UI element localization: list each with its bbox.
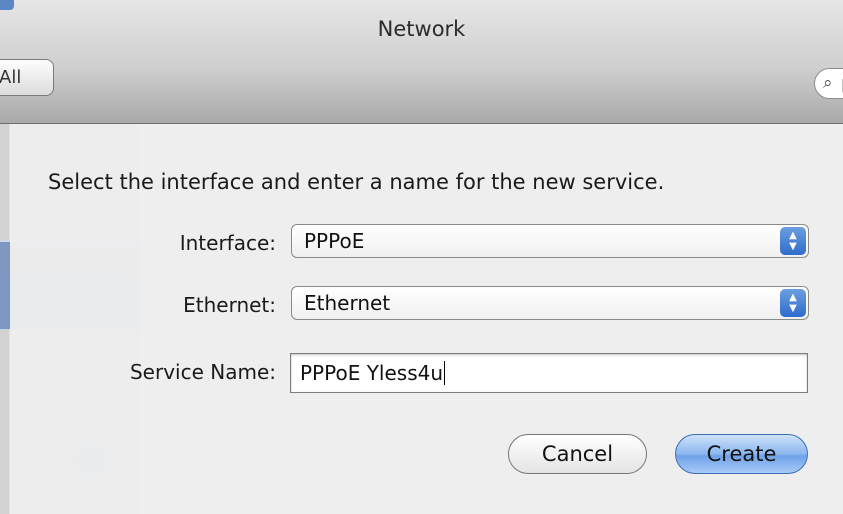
search-icon: ⌕ <box>823 73 833 93</box>
search-field[interactable]: ⌕ p <box>814 68 843 99</box>
service-name-value: PPPoE Yless4u <box>300 361 444 385</box>
popup-arrows-icon: ▲ ▼ <box>780 289 806 317</box>
interface-value: PPPoE <box>304 229 365 253</box>
window-title: Network <box>377 17 466 41</box>
ethernet-label: Ethernet: <box>183 293 276 317</box>
interface-popup[interactable]: PPPoE ▲ ▼ <box>291 224 809 258</box>
ethernet-value: Ethernet <box>304 291 391 315</box>
app-corner-icon <box>0 0 14 10</box>
window-toolbar: Network All ⌕ p <box>0 0 843 124</box>
cancel-button[interactable]: Cancel <box>508 434 647 474</box>
service-name-input[interactable]: PPPoE Yless4u <box>290 353 808 393</box>
selection-strip <box>0 242 10 329</box>
show-all-button[interactable]: All <box>0 59 54 96</box>
create-button[interactable]: Create <box>675 434 808 474</box>
sheet-prompt: Select the interface and enter a name fo… <box>48 170 665 194</box>
text-caret <box>444 361 446 385</box>
interface-label: Interface: <box>179 231 276 255</box>
popup-arrows-icon: ▲ ▼ <box>780 227 806 255</box>
service-name-label: Service Name: <box>129 360 276 384</box>
ethernet-popup[interactable]: Ethernet ▲ ▼ <box>291 286 809 320</box>
